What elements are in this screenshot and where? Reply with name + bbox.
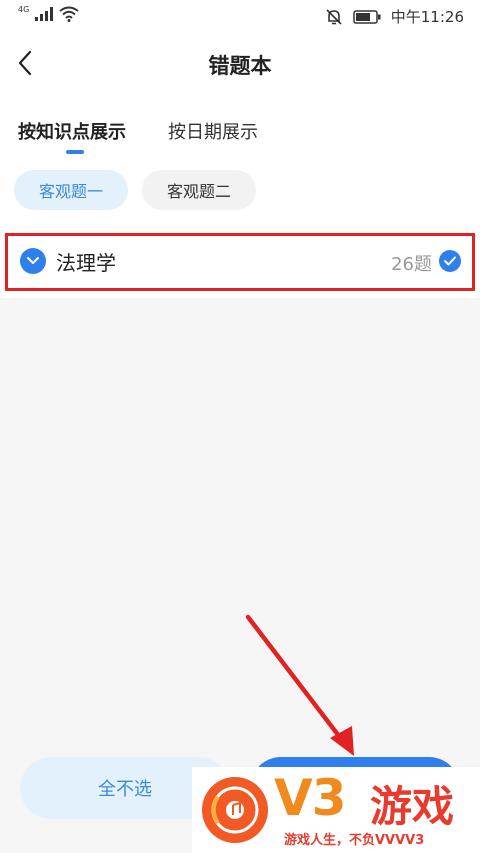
page-title: 错题本 xyxy=(208,54,272,78)
status-left: 4G xyxy=(18,4,79,22)
watermark-brand: V3 xyxy=(274,769,346,827)
watermark-slogan: 游戏人生，不负VVVV3 xyxy=(284,833,425,848)
status-right: 中午11:26 xyxy=(325,6,464,27)
tab-by-knowledge-point[interactable]: 按知识点展示 xyxy=(18,118,126,144)
nav-header: 错题本 xyxy=(0,32,480,94)
active-tab-indicator xyxy=(66,150,84,154)
chevron-down-icon xyxy=(27,257,39,264)
mute-bell-icon xyxy=(326,8,342,25)
signal-icon xyxy=(35,7,54,21)
watermark-brand-cn: 游戏 xyxy=(370,782,455,831)
expand-button[interactable] xyxy=(20,248,46,274)
status-time: 中午11:26 xyxy=(390,8,464,26)
filter-chips: 客观题一 客观题二 xyxy=(0,156,480,226)
music-disc-logo xyxy=(202,777,268,843)
battery-icon xyxy=(353,9,381,24)
network-type: 4G xyxy=(18,4,30,14)
view-tabs: 按知识点展示 按日期展示 xyxy=(0,94,480,156)
watermark: V3 游戏 游戏人生，不负VVVV3 xyxy=(192,767,480,853)
subject-checkbox[interactable] xyxy=(439,250,461,272)
chip-objective-2[interactable]: 客观题二 xyxy=(142,170,256,210)
check-icon xyxy=(444,256,456,266)
question-count: 26题 xyxy=(391,254,432,275)
chip-objective-1[interactable]: 客观题一 xyxy=(14,170,128,210)
subject-label: 法理学 xyxy=(56,251,116,275)
status-bar: 4G 中午11:26 xyxy=(0,0,480,32)
tab-by-date[interactable]: 按日期展示 xyxy=(168,118,258,144)
wifi-icon xyxy=(59,6,79,22)
